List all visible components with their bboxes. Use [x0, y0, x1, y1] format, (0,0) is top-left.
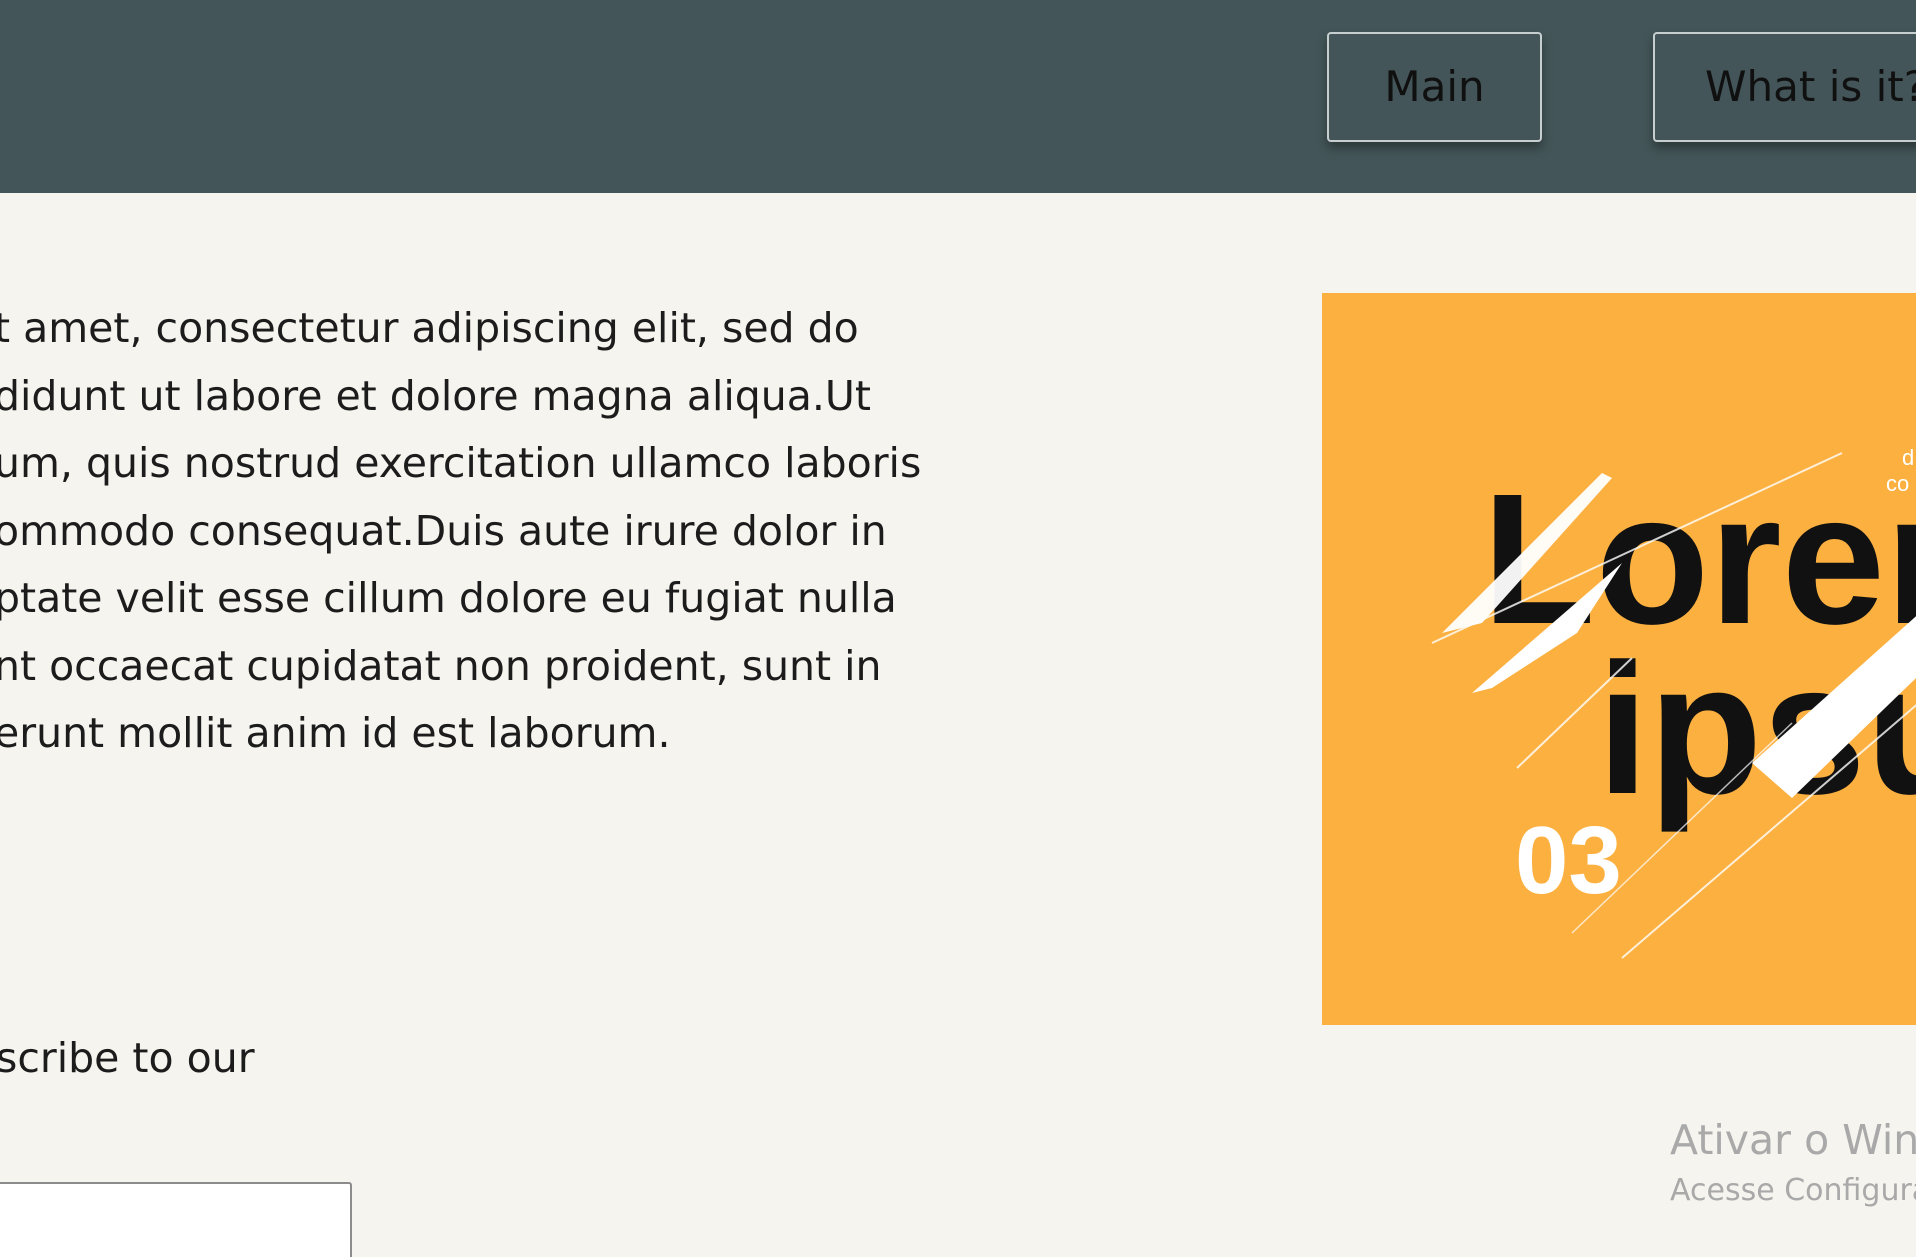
newsletter-email-input[interactable]	[0, 1182, 352, 1257]
paragraph-line: erunt mollit anim id est laborum.	[0, 709, 671, 757]
poster-small-text: co	[1886, 471, 1909, 496]
poster-small-text: d	[1902, 445, 1914, 470]
poster-graphic: Lorem ipsum 03 d co	[1431, 445, 1916, 959]
paragraph-line: ommodo consequat.Duis aute irure dolor i…	[0, 506, 887, 555]
nav-what-is-it-button[interactable]: What is it?	[1653, 32, 1916, 142]
page: Main What is it? t amet, consectetur adi…	[0, 0, 1916, 1257]
paragraph-line: ptate velit esse cillum dolore eu fugiat…	[0, 574, 897, 622]
paragraph-line: nt occaecat cupidatat non proident, sunt…	[0, 641, 882, 690]
poster-number: 03	[1515, 807, 1622, 914]
poster-word-ipsum: ipsum	[1597, 626, 1916, 833]
watermark-subtitle: Acesse Configurações para ativar o Windo…	[1670, 1173, 1916, 1208]
windows-activation-watermark: Ativar o Windows Acesse Configurações pa…	[1670, 1112, 1916, 1214]
subscribe-prompt: scribe to our	[0, 1034, 255, 1082]
paragraph-line: didunt ut labore et dolore magna aliqua.…	[0, 371, 871, 420]
poster-image: Lorem ipsum 03 d co	[1322, 293, 1916, 1025]
nav-main-label: Main	[1384, 62, 1485, 111]
intro-paragraph: t amet, consectetur adipiscing elit, sed…	[0, 295, 1004, 768]
paragraph-line: t amet, consectetur adipiscing elit, sed…	[0, 304, 859, 352]
nav-main-button[interactable]: Main	[1327, 32, 1542, 142]
nav-what-is-it-label: What is it?	[1705, 62, 1916, 111]
watermark-title: Ativar o Windows	[1670, 1116, 1916, 1164]
top-nav-bar: Main What is it?	[0, 0, 1916, 193]
paragraph-line: um, quis nostrud exercitation ullamco la…	[0, 439, 922, 487]
